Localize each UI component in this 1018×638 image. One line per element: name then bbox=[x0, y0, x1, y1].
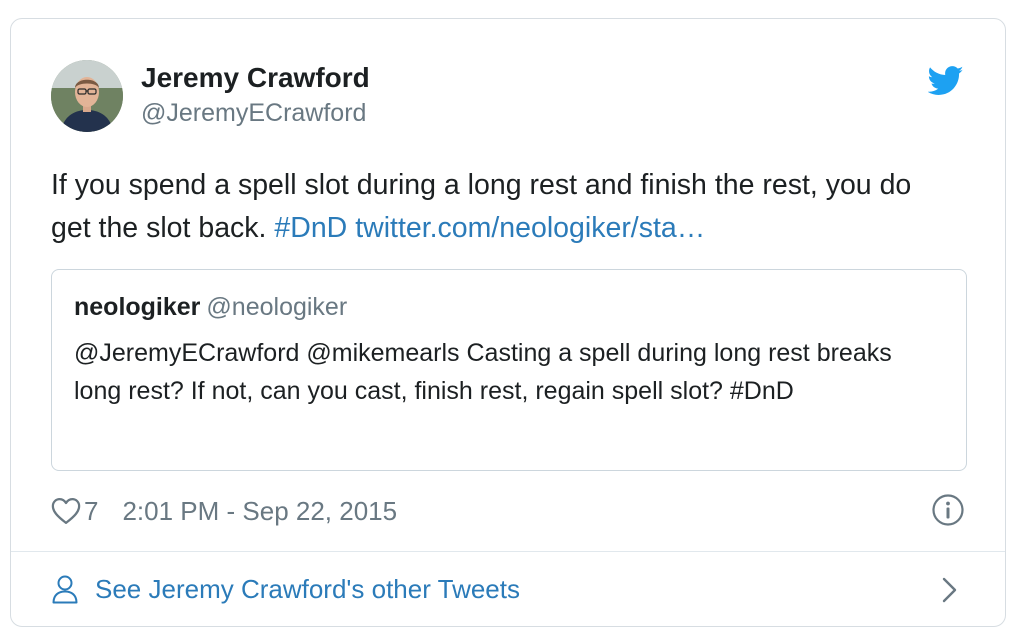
quoted-tweet[interactable]: neologiker @neologiker @JeremyECrawford @… bbox=[51, 269, 967, 471]
other-tweets-label[interactable]: See Jeremy Crawford's other Tweets bbox=[95, 574, 520, 605]
avatar[interactable] bbox=[51, 60, 123, 132]
tweet-text: If you spend a spell slot during a long … bbox=[51, 164, 951, 250]
divider bbox=[11, 551, 1005, 552]
person-icon bbox=[52, 575, 78, 604]
author-handle[interactable]: @JeremyECrawford bbox=[141, 99, 366, 128]
tweet-meta: 7 2:01 PM - Sep 22, 2015 bbox=[51, 493, 397, 529]
chevron-right-icon[interactable] bbox=[941, 576, 959, 604]
tweet-card: Jeremy Crawford @JeremyECrawford If you … bbox=[10, 18, 1006, 627]
quoted-author-handle: @neologiker bbox=[206, 293, 348, 321]
quoted-author-name: neologiker bbox=[74, 293, 201, 321]
tweet-timestamp[interactable]: 2:01 PM - Sep 22, 2015 bbox=[122, 496, 397, 527]
author-display-name[interactable]: Jeremy Crawford bbox=[141, 62, 370, 94]
heart-icon[interactable] bbox=[51, 497, 81, 525]
twitter-bird-icon[interactable] bbox=[928, 66, 964, 96]
like-count[interactable]: 7 bbox=[84, 496, 98, 527]
url-link[interactable]: twitter.com/neologiker/sta… bbox=[355, 212, 705, 244]
info-icon[interactable] bbox=[931, 493, 965, 527]
quoted-tweet-header: neologiker @neologiker bbox=[74, 293, 347, 322]
quoted-tweet-text: @JeremyECrawford @mikemearls Casting a s… bbox=[74, 339, 892, 405]
other-tweets-link[interactable]: See Jeremy Crawford's other Tweets bbox=[51, 569, 520, 609]
hashtag-link[interactable]: #DnD bbox=[274, 212, 347, 244]
avatar-photo bbox=[51, 60, 123, 132]
